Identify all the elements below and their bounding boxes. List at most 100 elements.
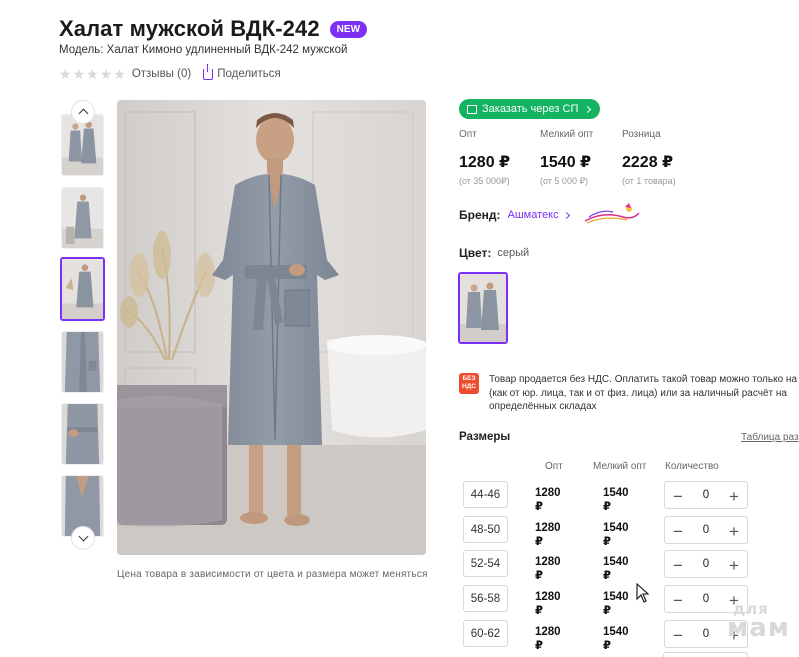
new-badge: NEW [329, 20, 368, 38]
size-opt-price: 1280 ₽ [535, 626, 561, 652]
share-button[interactable]: Поделиться [203, 63, 281, 80]
price-label: Розница [622, 129, 661, 140]
size-small-opt-price: 1540 ₽ [603, 591, 629, 617]
chevron-right-icon [562, 211, 570, 219]
quantity-decrease-button[interactable]: − [665, 586, 691, 614]
reviews-link[interactable]: Отзывы (0) [132, 68, 191, 80]
price-threshold: (от 1 товара) [622, 176, 676, 186]
thumbs-scroll-down-button[interactable] [71, 526, 95, 550]
color-value: серый [497, 247, 530, 259]
order-via-sp-label: Заказать через СП [482, 103, 579, 115]
star-icon: ★ [59, 66, 72, 82]
product-model: Модель: Халат Кимоно удлиненный ВДК-242 … [59, 44, 348, 56]
size-opt-price: 1280 ₽ [535, 591, 561, 617]
size-label: 56-58 [463, 585, 508, 612]
chevron-right-icon [584, 105, 592, 113]
size-opt-price: 1280 ₽ [535, 556, 561, 582]
brand-link[interactable]: Ашматекс [508, 209, 559, 221]
share-label: Поделиться [217, 68, 281, 80]
shopping-bag-icon [467, 104, 477, 114]
main-product-image[interactable] [117, 100, 426, 555]
quantity-decrease-button[interactable]: − [665, 621, 691, 649]
price-tier-retail: Розница 2228 ₽ (от 1 товара) [622, 129, 676, 186]
swatch-image [460, 274, 506, 342]
color-swatch-grey[interactable] [458, 272, 508, 344]
vat-icon-text: БЕЗ [462, 375, 476, 382]
thumbnail-image [62, 259, 103, 319]
quantity-value[interactable]: 0 [691, 593, 721, 605]
size-label: 52-54 [463, 550, 508, 577]
gallery-thumbnail[interactable] [61, 403, 104, 465]
thumbnail-image [62, 115, 103, 175]
chevron-down-icon [78, 531, 88, 542]
price-note-caption: Цена товара в зависимости от цвета и раз… [117, 569, 428, 580]
price-value: 1280 ₽ [459, 154, 511, 171]
color-label: Цвет: [459, 246, 492, 260]
chevron-up-icon [78, 108, 88, 119]
vat-icon-text: НДС [461, 383, 477, 390]
quantity-stepper: − 0 + [664, 516, 748, 544]
size-label: 44-46 [463, 481, 508, 508]
price-tier-opt: Опт 1280 ₽ (от 35 000₽) [459, 129, 510, 187]
size-label: 48-50 [463, 516, 508, 543]
size-opt-price: 1280 ₽ [535, 487, 561, 513]
watermark-logo: для мам [727, 602, 791, 643]
size-small-opt-price: 1540 ₽ [603, 626, 629, 652]
price-label: Опт [459, 129, 477, 140]
column-header-qty: Количество [665, 461, 719, 472]
thumbnail-image [62, 404, 103, 464]
quantity-stepper: − 0 + [664, 550, 748, 578]
column-header-opt: Опт [545, 461, 563, 472]
price-value: 1540 ₽ [540, 154, 592, 171]
price-threshold: (от 35 000₽) [459, 176, 510, 186]
size-opt-price: 1280 ₽ [535, 522, 561, 548]
thumbnail-image [62, 332, 103, 392]
quantity-decrease-button[interactable]: − [665, 551, 691, 579]
quantity-decrease-button[interactable]: − [665, 517, 691, 545]
watermark-text: мам [727, 613, 791, 643]
thumbnail-image [62, 188, 103, 248]
sizes-title: Размеры [459, 431, 511, 443]
brand-row: Бренд: Ашматекс [459, 203, 641, 227]
color-row: Цвет: серый [459, 246, 529, 260]
gallery-thumbnail[interactable] [61, 187, 104, 249]
quantity-stepper-partial [663, 652, 748, 657]
star-icon: ★ [86, 66, 99, 82]
column-header-small-opt: Мелкий опт [593, 461, 647, 472]
quantity-value[interactable]: 0 [691, 628, 721, 640]
vat-notice: БЕЗ НДС Товар продается без НДС. Оплатит… [459, 373, 799, 414]
rating-stars[interactable]: ★ ★ ★ ★ ★ [59, 67, 126, 81]
price-label: Мелкий опт [540, 129, 594, 140]
brand-logo[interactable] [583, 203, 641, 227]
quantity-value[interactable]: 0 [691, 489, 721, 501]
star-icon: ★ [113, 66, 126, 82]
price-tier-small-opt: Мелкий опт 1540 ₽ (от 5 000 ₽) [540, 129, 593, 187]
vat-notice-text: Товар продается без НДС. Оплатить такой … [489, 374, 798, 412]
star-icon: ★ [99, 66, 113, 82]
share-icon [203, 63, 214, 80]
order-via-sp-button[interactable]: Заказать через СП [459, 99, 601, 119]
quantity-stepper: − 0 + [664, 481, 748, 509]
product-title: Халат мужской ВДК-242 [59, 16, 320, 41]
mouse-cursor-icon [636, 583, 650, 603]
gallery-thumbnail[interactable] [61, 331, 104, 393]
title-row: Халат мужской ВДК-242 NEW [59, 16, 368, 42]
size-label: 60-62 [463, 620, 508, 647]
size-table-link[interactable]: Таблица раз [741, 432, 799, 443]
product-photo [117, 100, 426, 555]
thumbs-scroll-up-button[interactable] [71, 100, 95, 124]
quantity-increase-button[interactable]: + [721, 517, 747, 545]
brand-label: Бренд: [459, 208, 501, 222]
size-small-opt-price: 1540 ₽ [603, 556, 629, 582]
quantity-value[interactable]: 0 [691, 558, 721, 570]
quantity-increase-button[interactable]: + [721, 482, 747, 510]
quantity-value[interactable]: 0 [691, 524, 721, 536]
quantity-decrease-button[interactable]: − [665, 482, 691, 510]
quantity-increase-button[interactable]: + [721, 551, 747, 579]
price-threshold: (от 5 000 ₽) [540, 176, 589, 186]
size-small-opt-price: 1540 ₽ [603, 522, 629, 548]
size-small-opt-price: 1540 ₽ [603, 487, 629, 513]
meta-row: ★ ★ ★ ★ ★ Отзывы (0) Поделиться [59, 63, 281, 81]
gallery-thumbnail-active[interactable] [60, 257, 105, 321]
star-icon: ★ [72, 66, 86, 82]
